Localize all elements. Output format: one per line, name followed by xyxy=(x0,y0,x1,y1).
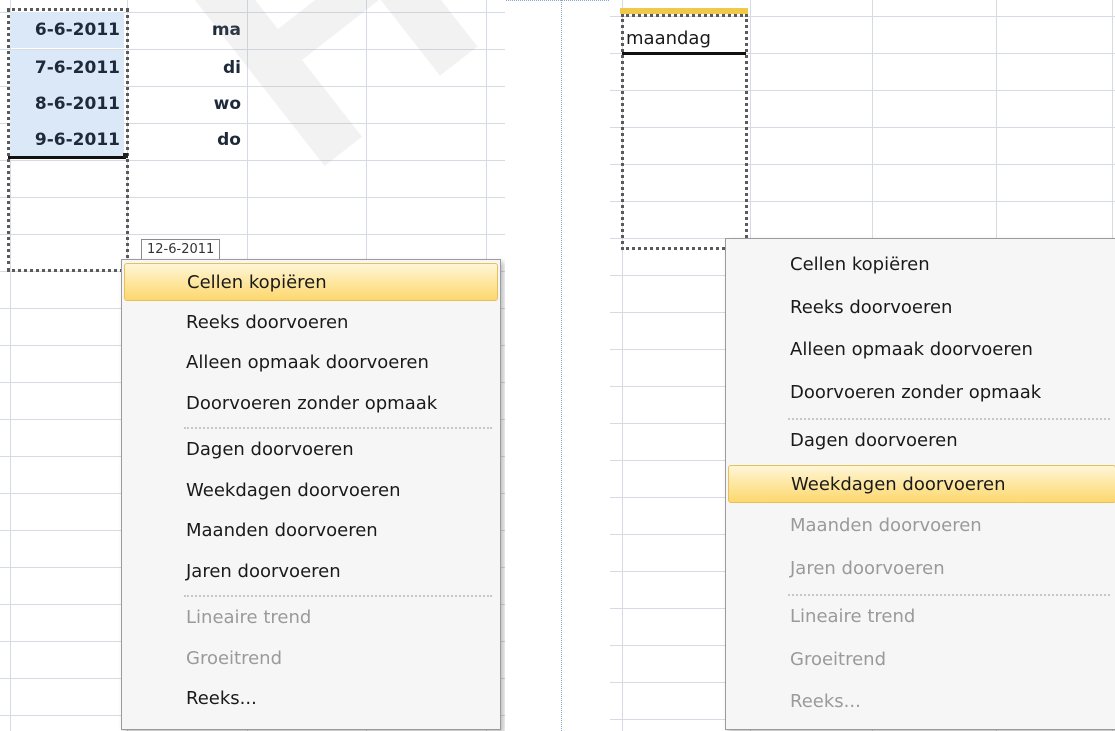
menu-item: Groeitrend xyxy=(186,647,283,669)
fill-value-tooltip: 12-6-2011 xyxy=(141,239,221,260)
day-cell[interactable]: ma xyxy=(130,12,245,48)
menu-item[interactable]: Reeks doorvoeren xyxy=(124,304,498,342)
menu-item[interactable]: Doorvoeren zonder opmaak xyxy=(728,374,1115,412)
day-cell[interactable]: wo xyxy=(130,86,245,122)
menu-item[interactable]: Reeks... xyxy=(124,680,498,718)
menu-item[interactable]: Reeks doorvoeren xyxy=(728,289,1115,327)
menu-separator xyxy=(788,594,1110,596)
menu-item: Reeks... xyxy=(790,691,861,712)
autofill-options-menu: Cellen kopiëren Reeks doorvoeren Alleen op… xyxy=(725,238,1115,730)
menu-item[interactable]: Alleen opmaak doorvoeren xyxy=(124,344,498,382)
menu-item[interactable]: Maanden doorvoeren xyxy=(124,512,498,550)
menu-item[interactable]: Jaren doorvoeren xyxy=(124,553,498,591)
right-spreadsheet-panel: maandag Cellen kopiëren Reeks doorvoeren A… xyxy=(610,0,1115,731)
menu-separator xyxy=(184,427,492,429)
fill-range-marquee xyxy=(621,14,748,250)
menu-item[interactable]: Doorvoeren zonder opmaak xyxy=(124,385,498,423)
menu-item: Groeitrend xyxy=(790,648,887,670)
menu-item[interactable]: Alleen opmaak doorvoeren xyxy=(728,331,1115,369)
menu-item[interactable]: Dagen doorvoeren xyxy=(124,431,498,469)
menu-item: Lineaire trend xyxy=(790,606,916,627)
menu-item[interactable]: Weekdagen doorvoeren xyxy=(728,464,1115,503)
fill-range-marquee xyxy=(7,8,129,272)
menu-item[interactable]: Weekdagen doorvoeren xyxy=(124,472,498,510)
fill-handle[interactable] xyxy=(123,153,128,158)
menu-item[interactable]: Dagen doorvoeren xyxy=(728,422,1115,460)
menu-separator xyxy=(788,418,1110,420)
page-divider xyxy=(561,0,562,731)
menu-item: Jaren doorvoeren xyxy=(790,557,945,579)
menu-item: Maanden doorvoeren xyxy=(790,515,982,536)
autofill-options-menu: Cellen kopiëren Reeks doorvoeren Alleen op… xyxy=(121,259,501,730)
menu-item[interactable]: Cellen kopiëren xyxy=(728,246,1115,284)
day-cell[interactable]: di xyxy=(130,50,245,86)
left-spreadsheet-panel: 6-6-2011 7-6-2011 8-6-2011 9-6-2011 ma d… xyxy=(0,0,505,731)
menu-separator xyxy=(184,595,492,597)
menu-item[interactable]: Cellen kopiëren xyxy=(124,263,498,301)
menu-item: Lineaire trend xyxy=(186,607,312,628)
day-cell[interactable]: do xyxy=(130,122,245,158)
